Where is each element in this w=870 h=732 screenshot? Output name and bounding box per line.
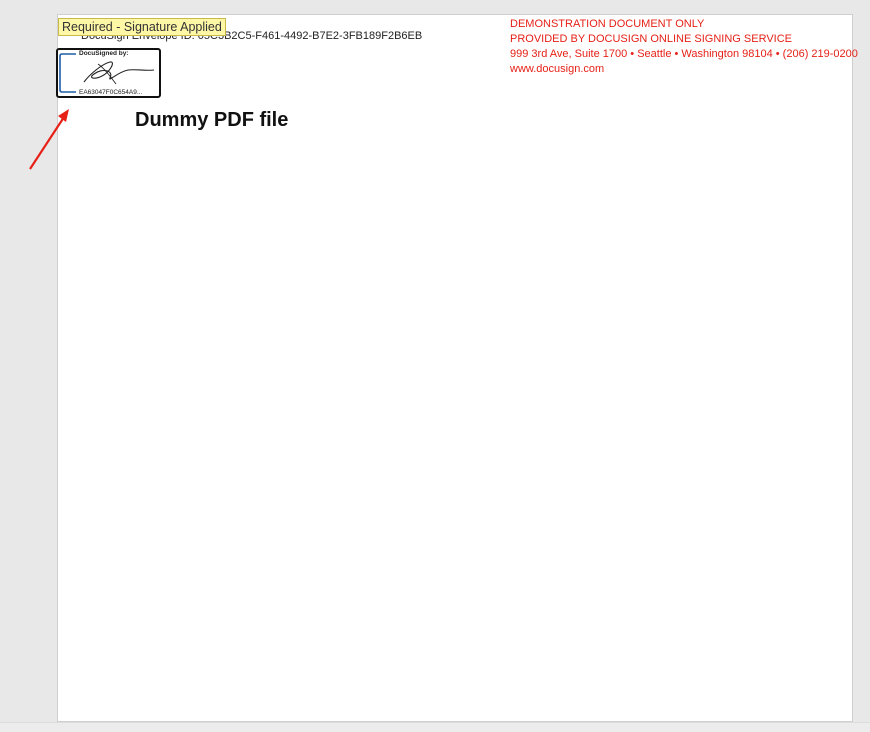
signature-field[interactable]: DocuSigned by: EA63047F0C654A9... <box>56 48 161 98</box>
demo-notice: DEMONSTRATION DOCUMENT ONLY PROVIDED BY … <box>510 17 858 77</box>
annotation-arrow-icon <box>29 109 69 170</box>
horizontal-scrollbar[interactable] <box>0 722 870 732</box>
signature-tooltip: Required - Signature Applied <box>58 18 226 36</box>
signature-label: DocuSigned by: <box>78 50 130 57</box>
demo-line-1: DEMONSTRATION DOCUMENT ONLY <box>510 18 705 30</box>
demo-line-2: PROVIDED BY DOCUSIGN ONLINE SIGNING SERV… <box>510 33 792 45</box>
signature-scrawl-icon <box>83 61 155 85</box>
pdf-page: DocuSign Envelope ID: 05C3B2C5-F461-4492… <box>56 14 858 722</box>
demo-line-3: 999 3rd Ave, Suite 1700 • Seattle • Wash… <box>510 48 858 60</box>
document-title: Dummy PDF file <box>135 109 289 131</box>
signature-code: EA63047F0C654A9... <box>78 89 144 96</box>
demo-line-4[interactable]: www.docusign.com <box>510 62 858 77</box>
